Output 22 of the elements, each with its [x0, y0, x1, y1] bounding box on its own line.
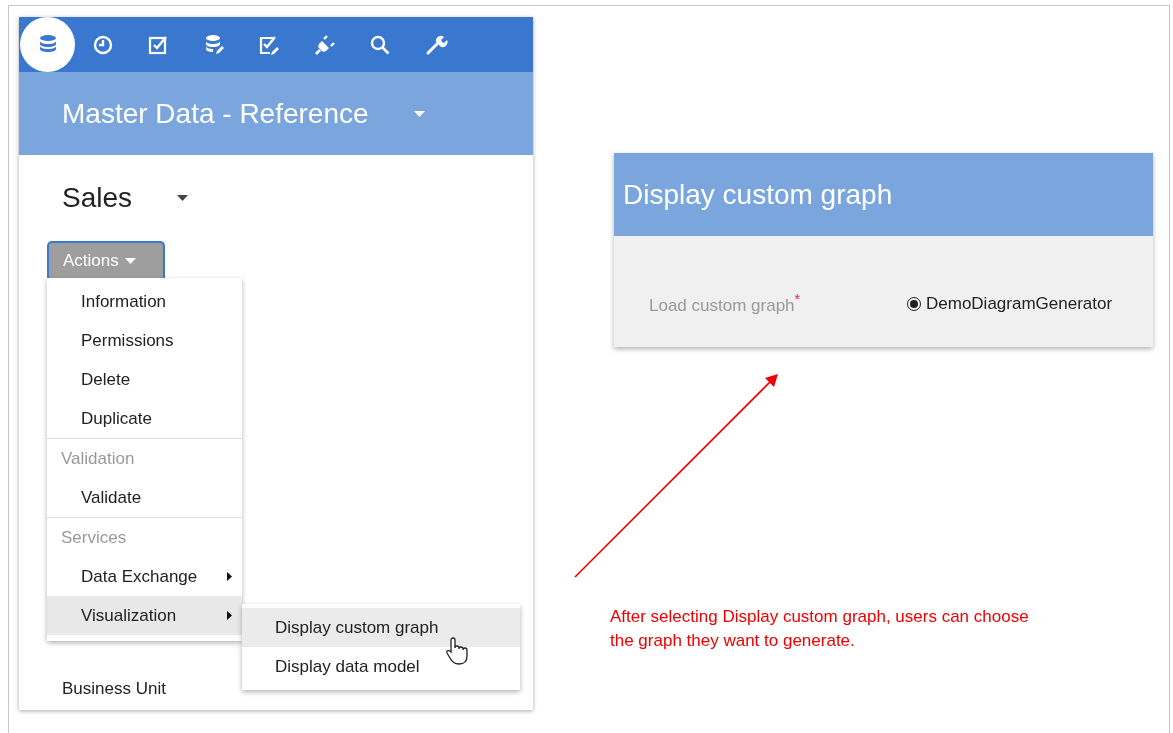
menu-item[interactable]: Data Exchange [47, 557, 242, 596]
section-title[interactable]: Sales [62, 182, 133, 214]
menu-section-header: Services [47, 517, 242, 557]
caret-icon [413, 110, 425, 117]
menu-item[interactable]: Information [47, 282, 242, 321]
menu-item[interactable]: Display data model [242, 647, 520, 686]
database-icon[interactable] [20, 17, 75, 72]
hand-cursor-icon [444, 637, 468, 665]
menu-section-header: Validation [47, 438, 242, 478]
menu-item[interactable]: Display custom graph [242, 608, 520, 647]
radio-label[interactable]: DemoDiagramGenerator [926, 293, 1113, 314]
field-label: Load custom graph$^{*}$ [649, 291, 802, 316]
list-item[interactable]: Business Unit [62, 679, 166, 699]
annotation-text: After selecting Display custom graph, users can choose the graph they want to generate. [610, 606, 1030, 652]
menu-item[interactable]: Delete [47, 360, 242, 399]
menu-item[interactable]: Duplicate [47, 399, 242, 438]
menu-item[interactable]: Validate [47, 478, 242, 517]
caret-icon [177, 195, 189, 201]
menu-item[interactable]: Permissions [47, 321, 242, 360]
dialog-title: Display custom graph [623, 178, 893, 211]
caret-icon [124, 258, 136, 264]
menu-item[interactable]: Visualization [47, 596, 242, 635]
